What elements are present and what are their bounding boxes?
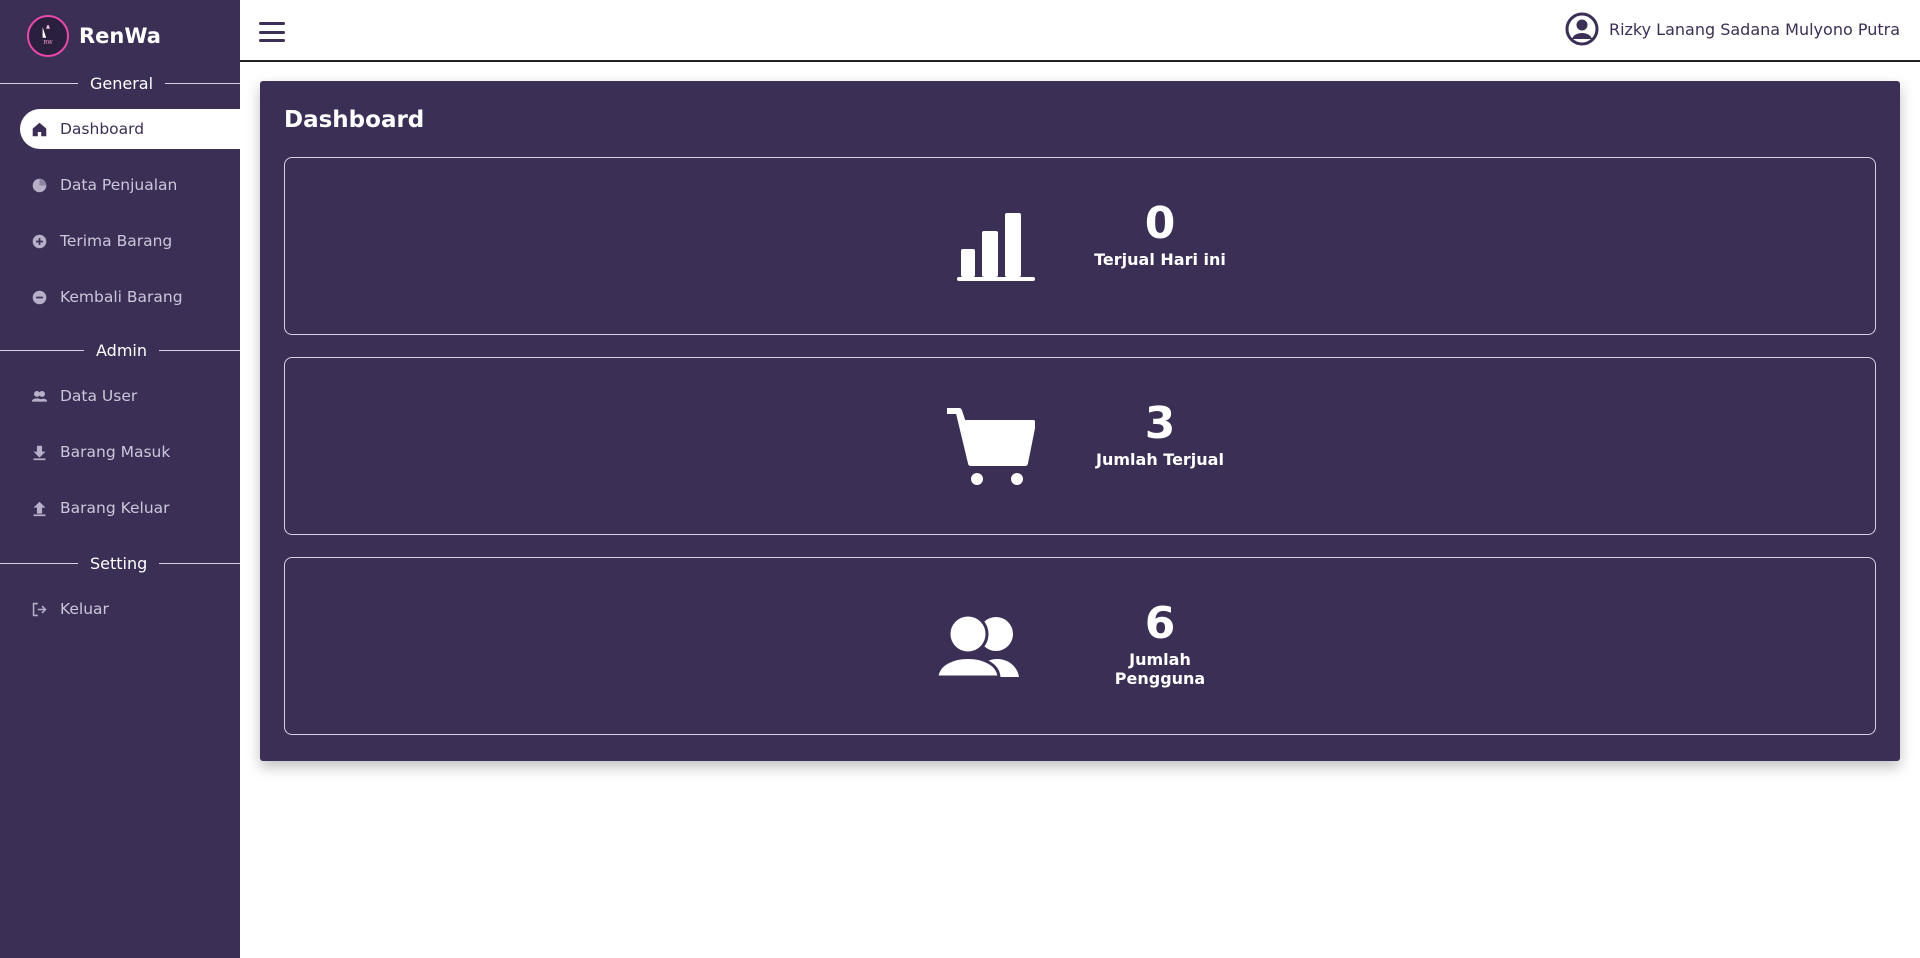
sidebar-item-kembali-barang[interactable]: Kembali Barang xyxy=(20,277,240,317)
stat-value: 0 xyxy=(1144,198,1176,249)
users-icon xyxy=(935,604,1035,690)
sidebar-item-label: Data User xyxy=(60,387,138,405)
section-admin: Admin xyxy=(0,341,240,360)
sidebar-item-label: Terima Barang xyxy=(60,232,173,250)
sidebar-item-data-user[interactable]: Data User xyxy=(20,376,240,416)
arrow-down-icon xyxy=(30,443,48,461)
user-name: Rizky Lanang Sadana Mulyono Putra xyxy=(1608,19,1900,39)
page-title: Dashboard xyxy=(284,107,425,133)
user-menu[interactable]: Rizky Lanang Sadana Mulyono Putra xyxy=(1565,12,1900,46)
menu-toggle-icon[interactable] xyxy=(258,18,286,46)
brand[interactable]: RW RenWa xyxy=(27,15,161,57)
sidebar-item-label: Barang Keluar xyxy=(60,499,170,517)
arrow-up-icon xyxy=(30,499,48,517)
sidebar-item-label: Dashboard xyxy=(60,120,145,138)
plus-circle-icon xyxy=(30,232,48,250)
topbar: Rizky Lanang Sadana Mulyono Putra xyxy=(240,0,1920,62)
stat-label: Terjual Hari ini xyxy=(1094,250,1226,269)
sidebar-item-dashboard[interactable]: Dashboard xyxy=(20,109,240,149)
stat-card-total-sold: 3 Jumlah Terjual xyxy=(284,357,1876,535)
section-general: General xyxy=(0,74,240,93)
users-icon xyxy=(30,387,48,405)
section-setting: Setting xyxy=(0,554,240,573)
sidebar-item-terima-barang[interactable]: Terima Barang xyxy=(20,221,240,261)
stat-label: Jumlah Terjual xyxy=(1096,450,1224,469)
sidebar-item-barang-keluar[interactable]: Barang Keluar xyxy=(20,488,240,528)
stat-card-total-users: 6 Jumlah Pengguna xyxy=(284,557,1876,735)
stat-value: 3 xyxy=(1144,398,1176,449)
sidebar-item-label: Barang Masuk xyxy=(60,443,171,461)
sidebar-item-label: Data Penjualan xyxy=(60,176,178,194)
sidebar-item-data-penjualan[interactable]: Data Penjualan xyxy=(20,165,240,205)
sidebar: RW RenWa General Dashboard Data Penjuala… xyxy=(0,0,240,958)
sidebar-item-label: Kembali Barang xyxy=(60,288,183,306)
minus-circle-icon xyxy=(30,288,48,306)
user-avatar-icon xyxy=(1565,12,1599,46)
brand-logo: RW xyxy=(27,15,69,57)
sidebar-item-label: Keluar xyxy=(60,600,109,618)
stat-card-sold-today: 0 Terjual Hari ini xyxy=(284,157,1876,335)
cart-icon xyxy=(935,404,1035,490)
stat-value: 6 xyxy=(1144,598,1176,649)
brand-name: RenWa xyxy=(79,24,161,48)
pie-chart-icon xyxy=(30,176,48,194)
logout-icon xyxy=(30,600,48,618)
svg-text:RW: RW xyxy=(43,40,53,46)
sidebar-item-keluar[interactable]: Keluar xyxy=(20,589,240,629)
bar-chart-icon xyxy=(935,204,1035,290)
home-icon xyxy=(30,120,48,138)
dashboard-panel: Dashboard 0 Terjual Hari ini 3 Jumlah Te… xyxy=(260,81,1900,761)
stat-label: Jumlah Pengguna xyxy=(1114,650,1206,688)
sidebar-item-barang-masuk[interactable]: Barang Masuk xyxy=(20,432,240,472)
